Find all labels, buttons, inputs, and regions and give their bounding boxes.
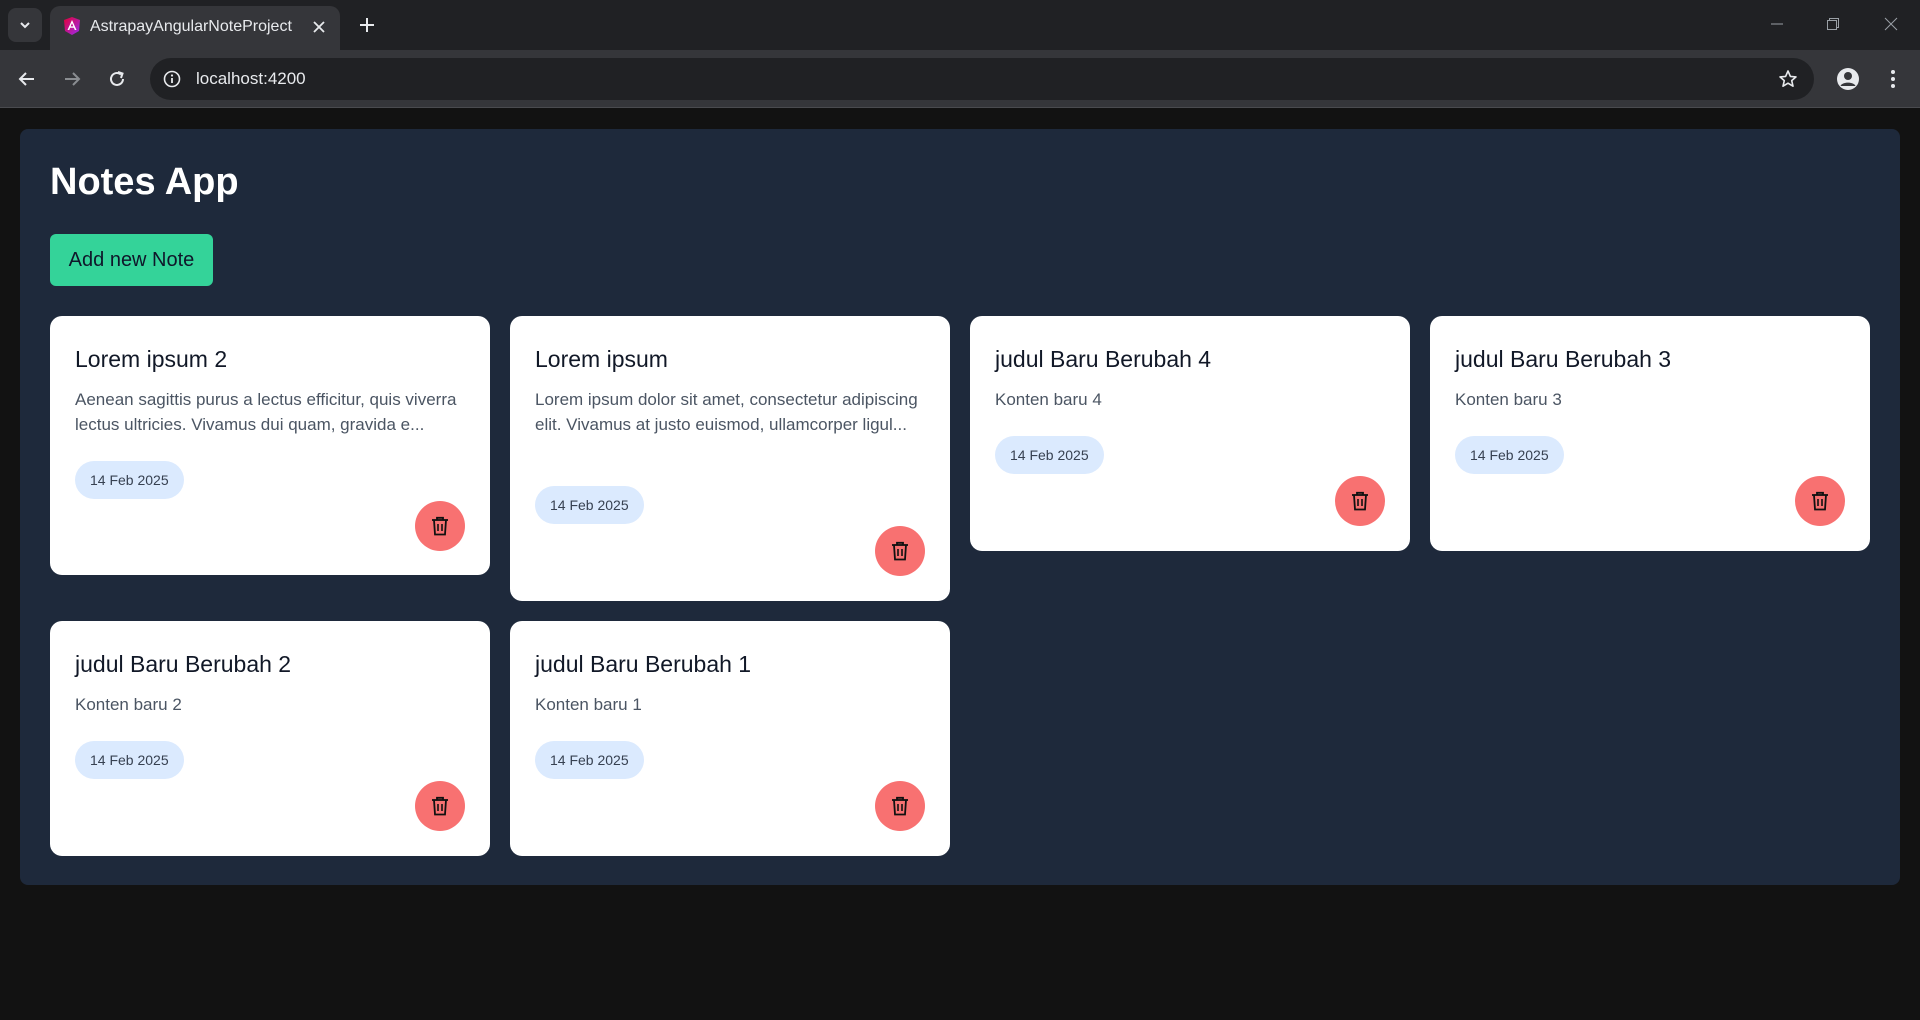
note-content: Konten baru 4	[995, 390, 1102, 409]
delete-note-button[interactable]	[415, 781, 465, 831]
delete-note-button[interactable]	[1795, 476, 1845, 526]
address-bar[interactable]: localhost:4200	[150, 58, 1814, 100]
more-vertical-icon	[1891, 70, 1895, 88]
note-date-badge: 14 Feb 2025	[1455, 436, 1564, 474]
note-title: Lorem ipsum 2	[75, 346, 228, 372]
page-title: Notes App	[50, 161, 239, 203]
note-content: Konten baru 2	[75, 695, 182, 714]
arrow-right-icon	[65, 72, 81, 86]
delete-note-button[interactable]	[875, 781, 925, 831]
bookmark-star-icon[interactable]	[1776, 67, 1800, 91]
note-content: Lorem ipsum dolor sit amet, consectetur …	[535, 390, 918, 434]
trash-icon	[432, 796, 448, 816]
new-tab-button[interactable]	[352, 10, 382, 40]
reload-icon	[110, 71, 124, 86]
back-button[interactable]	[10, 62, 44, 96]
profile-button[interactable]	[1831, 62, 1865, 96]
trash-icon	[892, 796, 908, 816]
tab-search-button[interactable]	[8, 8, 42, 42]
delete-note-button[interactable]	[415, 501, 465, 551]
plus-icon	[360, 18, 374, 32]
profile-icon	[1837, 68, 1859, 90]
browser-toolbar: localhost:4200	[0, 50, 1920, 108]
trash-icon	[432, 516, 448, 536]
url-text: localhost:4200	[196, 69, 306, 88]
trash-icon	[892, 541, 908, 561]
delete-note-button[interactable]	[1335, 476, 1385, 526]
note-title: judul Baru Berubah 2	[75, 651, 292, 677]
note-card: judul Baru Berubah 4 Konten baru 4 14 Fe…	[970, 316, 1410, 551]
close-icon	[313, 21, 325, 33]
restore-button[interactable]	[1813, 8, 1853, 40]
site-info-icon[interactable]	[160, 67, 184, 91]
browser-tab[interactable]: AstrapayAngularNoteProject	[50, 6, 340, 50]
delete-note-button[interactable]	[875, 526, 925, 576]
note-card: judul Baru Berubah 3 Konten baru 3 14 Fe…	[1430, 316, 1870, 551]
notes-app-container: Notes App Add new Note Lorem ipsum 2 Aen…	[20, 129, 1900, 885]
note-card: Lorem ipsum Lorem ipsum dolor sit amet, …	[510, 316, 950, 601]
chevron-down-icon	[20, 22, 30, 29]
note-card: Lorem ipsum 2 Aenean sagittis purus a le…	[50, 316, 490, 575]
browser-tab-bar: AstrapayAngularNoteProject	[0, 0, 1920, 50]
reload-button[interactable]	[100, 62, 134, 96]
arrow-left-icon	[18, 72, 34, 86]
minimize-icon	[1771, 23, 1783, 25]
note-title: judul Baru Berubah 3	[1455, 346, 1672, 372]
note-content: Aenean sagittis purus a lectus efficitur…	[75, 390, 457, 434]
note-date-badge: 14 Feb 2025	[995, 436, 1104, 474]
tab-close-button[interactable]	[308, 16, 330, 38]
trash-icon	[1812, 491, 1828, 511]
note-content: Konten baru 1	[535, 695, 642, 714]
add-note-button[interactable]: Add new Note	[50, 234, 213, 286]
forward-button[interactable]	[55, 62, 89, 96]
note-card: judul Baru Berubah 1 Konten baru 1 14 Fe…	[510, 621, 950, 856]
note-title: judul Baru Berubah 4	[995, 346, 1212, 372]
note-title: Lorem ipsum	[535, 346, 668, 372]
note-card: judul Baru Berubah 2 Konten baru 2 14 Fe…	[50, 621, 490, 856]
note-date-badge: 14 Feb 2025	[535, 486, 644, 524]
tab-title: AstrapayAngularNoteProject	[90, 18, 292, 35]
close-icon	[1884, 17, 1898, 31]
angular-icon	[64, 17, 80, 35]
note-date-badge: 14 Feb 2025	[75, 461, 184, 499]
minimize-button[interactable]	[1757, 8, 1797, 40]
browser-menu-button[interactable]	[1876, 62, 1910, 96]
note-content: Konten baru 3	[1455, 390, 1562, 409]
trash-icon	[1352, 491, 1368, 511]
note-title: judul Baru Berubah 1	[535, 651, 752, 677]
restore-icon	[1827, 18, 1839, 30]
window-close-button[interactable]	[1871, 8, 1911, 40]
note-date-badge: 14 Feb 2025	[535, 741, 644, 779]
note-date-badge: 14 Feb 2025	[75, 741, 184, 779]
